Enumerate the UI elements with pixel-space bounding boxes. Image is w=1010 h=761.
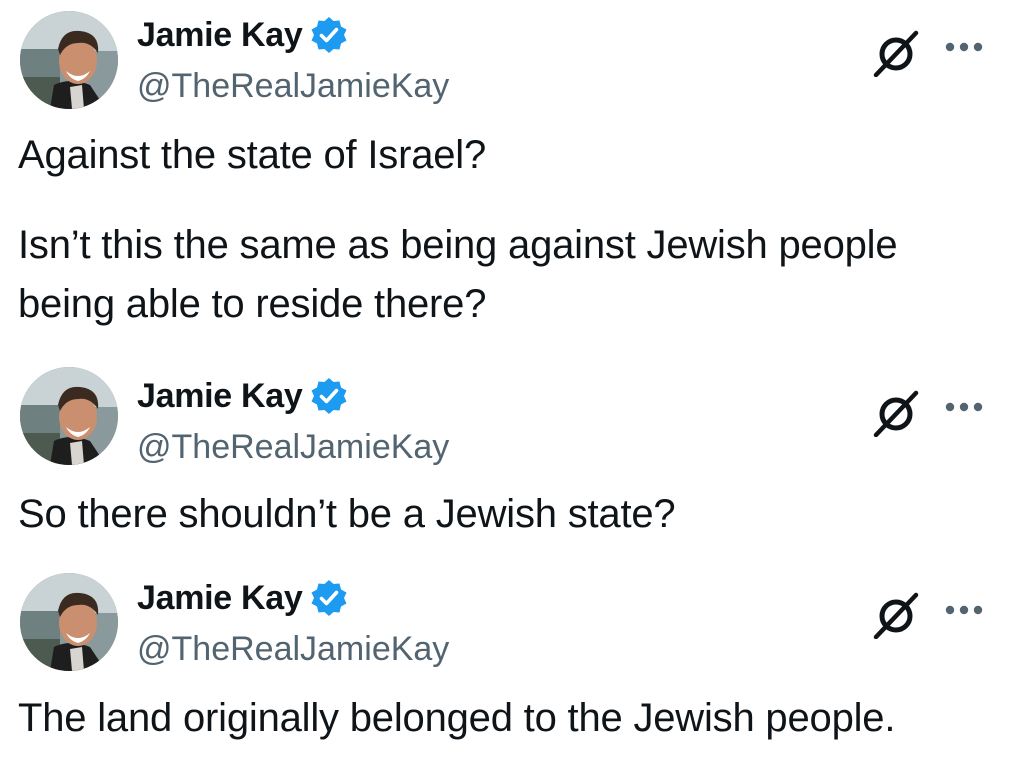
grok-icon[interactable] — [872, 389, 920, 437]
tweet: Jamie Kay @TheRealJamieKay The land orig… — [0, 560, 1010, 761]
tweet-paragraph: So there shouldn’t be a Jewish state? — [18, 492, 676, 536]
grok-icon[interactable] — [872, 29, 920, 77]
tweet: Jamie Kay @TheRealJamieKay So there shou… — [0, 360, 1010, 560]
author-name[interactable]: Jamie Kay — [137, 375, 303, 417]
author-name[interactable]: Jamie Kay — [137, 577, 303, 619]
tweet-text: The land originally belonged to the Jewi… — [18, 689, 998, 748]
avatar[interactable] — [20, 573, 118, 671]
grok-icon[interactable] — [872, 591, 920, 639]
verified-badge-icon — [311, 17, 347, 53]
avatar[interactable] — [20, 11, 118, 109]
more-options-icon[interactable] — [944, 41, 984, 53]
author-row: Jamie Kay — [137, 375, 349, 417]
tweet: Jamie Kay @TheRealJamieKay Against the s… — [0, 0, 1010, 360]
tweet-text: Against the state of Israel? Isn’t this … — [18, 126, 998, 334]
verified-badge-icon — [311, 378, 347, 414]
avatar[interactable] — [20, 367, 118, 465]
tweet-paragraph: Isn’t this the same as being against Jew… — [18, 223, 898, 326]
tweet-paragraph: The land originally belonged to the Jewi… — [18, 696, 896, 740]
author-handle[interactable]: @TheRealJamieKay — [137, 427, 449, 467]
more-options-icon[interactable] — [944, 401, 984, 413]
tweet-text: So there shouldn’t be a Jewish state? — [18, 485, 998, 544]
tweet-paragraph: Against the state of Israel? — [18, 133, 487, 177]
verified-badge-icon — [311, 580, 347, 616]
author-name[interactable]: Jamie Kay — [137, 14, 303, 56]
author-row: Jamie Kay — [137, 577, 349, 619]
author-handle[interactable]: @TheRealJamieKay — [137, 66, 449, 106]
author-row: Jamie Kay — [137, 14, 349, 56]
more-options-icon[interactable] — [944, 604, 984, 616]
author-handle[interactable]: @TheRealJamieKay — [137, 629, 449, 669]
